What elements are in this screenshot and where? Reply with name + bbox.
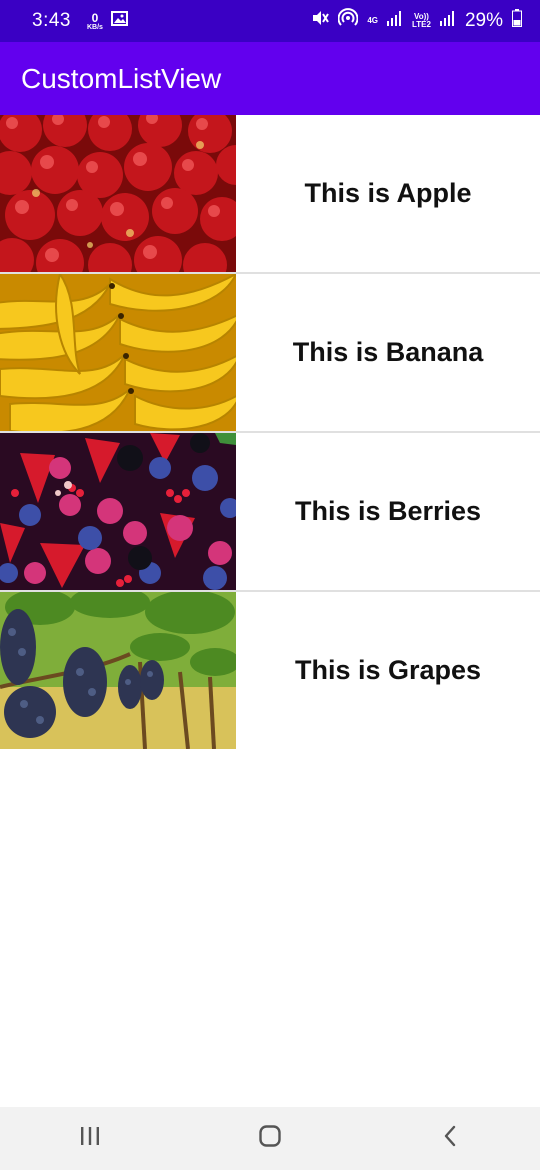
- apple-image: [0, 115, 236, 272]
- banana-image: [0, 274, 236, 431]
- mute-icon: [311, 9, 330, 33]
- back-button[interactable]: [420, 1119, 480, 1159]
- grapes-image: [0, 592, 236, 749]
- signal-icon-2: [439, 10, 456, 32]
- navigation-bar: [0, 1107, 540, 1170]
- item-label: This is Banana: [292, 337, 484, 367]
- back-icon: [442, 1124, 458, 1153]
- net-speed-unit: KB/s: [86, 23, 103, 31]
- gallery-icon: [110, 11, 128, 31]
- app-title: CustomListView: [21, 62, 222, 94]
- app-bar: CustomListView: [0, 42, 540, 115]
- berries-image: [0, 433, 236, 590]
- signal-icon: [387, 10, 403, 32]
- volte-bottom: LTE2: [412, 20, 431, 29]
- battery-percent: 29%: [464, 10, 503, 31]
- volte-indicator: Vo)) LTE2: [412, 13, 431, 29]
- item-label: This is Berries: [294, 496, 482, 526]
- hotspot-icon: [337, 8, 359, 34]
- list-item[interactable]: This is Berries: [0, 433, 540, 592]
- network-4g: 4G: [367, 16, 378, 25]
- battery-icon: [512, 9, 522, 33]
- item-label: This is Apple: [304, 178, 472, 208]
- home-button[interactable]: [240, 1119, 300, 1159]
- status-time: 3:43: [32, 10, 71, 31]
- fruit-list[interactable]: This is Apple This is Banana This is Ber…: [0, 115, 540, 749]
- recents-button[interactable]: [60, 1119, 120, 1159]
- net-speed: 0 KB/s: [87, 12, 103, 31]
- net-speed-value: 0: [91, 10, 99, 25]
- status-bar: 3:43 0 KB/s 4G Vo)) LTE2 29%: [0, 0, 540, 42]
- list-item[interactable]: This is Grapes: [0, 592, 540, 749]
- item-label: This is Grapes: [294, 655, 482, 685]
- list-item[interactable]: This is Apple: [0, 115, 540, 274]
- home-icon: [258, 1124, 282, 1153]
- list-item[interactable]: This is Banana: [0, 274, 540, 433]
- recents-icon: [79, 1126, 101, 1151]
